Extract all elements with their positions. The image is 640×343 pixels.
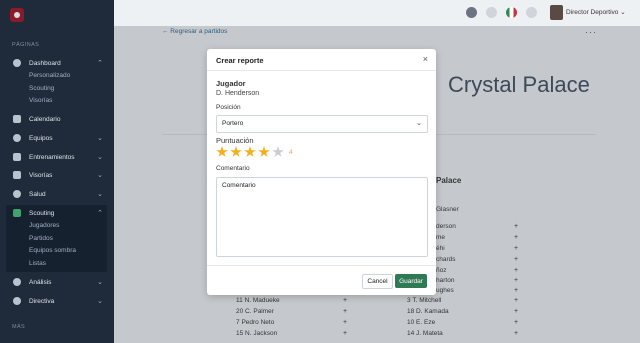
sidebar-item-label: Equipos: [29, 134, 53, 142]
puntuacion-label: Puntuación: [216, 136, 254, 145]
sidebar-sub-equipos-sombra[interactable]: Equipos sombra: [29, 247, 76, 254]
rating-value: 4: [289, 149, 293, 156]
sidebar-sub-partidos[interactable]: Partidos: [29, 235, 53, 242]
star-icon[interactable]: [230, 146, 242, 157]
club-logo[interactable]: [10, 8, 24, 22]
health-icon: [13, 190, 21, 198]
chevron-down-icon: ⌄: [97, 279, 103, 286]
comentario-label: Comentario: [216, 165, 250, 172]
chevron-down-icon: ⌄: [416, 120, 422, 127]
star-icon[interactable]: [272, 146, 284, 157]
board-icon: [13, 297, 21, 305]
create-report-modal: Crear reporte × Jugador D. Henderson Pos…: [207, 49, 436, 295]
sidebar-sub-personalizado[interactable]: Personalizado: [29, 72, 70, 79]
comentario-text: Comentario: [222, 182, 256, 189]
sidebar-item-label: Visorías: [29, 171, 53, 179]
avatar[interactable]: [550, 5, 563, 20]
chevron-down-icon: ⌄: [97, 172, 103, 179]
comentario-textarea[interactable]: Comentario: [216, 177, 428, 257]
chevron-down-icon: ⌄: [97, 191, 103, 198]
add-icon[interactable]: [466, 7, 477, 18]
sidebar-item-visorias[interactable]: Visorías ⌄: [6, 168, 107, 182]
divider: [207, 70, 436, 71]
cancel-button[interactable]: Cancel: [362, 274, 393, 289]
close-icon[interactable]: ×: [423, 54, 428, 64]
chevron-up-icon: ⌃: [97, 60, 103, 67]
sidebar-sub-listas[interactable]: Listas: [29, 260, 46, 267]
visoria-icon: [13, 171, 21, 179]
chevron-down-icon: ⌄: [620, 9, 626, 16]
star-icon[interactable]: [244, 146, 256, 157]
chevron-up-icon: ⌃: [97, 210, 103, 217]
sidebar-sub-jugadores[interactable]: Jugadores: [29, 222, 59, 229]
dashboard-icon: [13, 59, 21, 67]
sidebar-item-label: Entrenamientos: [29, 153, 75, 161]
sidebar: PÁGINAS Dashboard ⌃ Personalizado Scouti…: [0, 0, 114, 343]
sidebar-item-scouting[interactable]: Scouting ⌃: [6, 206, 107, 220]
sidebar-sub-scouting[interactable]: Scouting: [29, 85, 54, 92]
sidebar-item-label: Salud: [29, 190, 46, 198]
calendar-icon: [13, 115, 21, 123]
posicion-label: Posición: [216, 104, 241, 111]
sidebar-item-dashboard[interactable]: Dashboard ⌃: [6, 56, 107, 70]
posicion-select[interactable]: Portero ⌄: [216, 115, 428, 133]
star-icon[interactable]: [216, 146, 228, 157]
sidebar-item-label: Calendario: [29, 115, 61, 123]
jugador-value: D. Henderson: [216, 90, 260, 97]
jugador-label: Jugador: [216, 79, 246, 88]
search-icon[interactable]: [486, 7, 497, 18]
sidebar-item-directiva[interactable]: Directiva ⌄: [6, 294, 107, 308]
analysis-icon: [13, 278, 21, 286]
sidebar-item-label: Directiva: [29, 297, 55, 305]
sidebar-item-label: Scouting: [29, 209, 55, 217]
save-button[interactable]: Guardar: [395, 274, 427, 288]
sidebar-item-calendario[interactable]: Calendario: [6, 112, 107, 126]
sidebar-item-analisis[interactable]: Análisis ⌄: [6, 275, 107, 289]
user-menu[interactable]: Director Deportivo ⌄: [566, 8, 626, 16]
sidebar-item-label: Análisis: [29, 278, 52, 286]
chevron-down-icon: ⌄: [97, 135, 103, 142]
team-icon: [13, 134, 21, 142]
section-label-more: MÁS: [12, 324, 26, 330]
posicion-value: Portero: [222, 120, 244, 127]
divider: [207, 265, 436, 266]
theme-toggle-icon[interactable]: [526, 7, 537, 18]
sidebar-item-entrenamientos[interactable]: Entrenamientos ⌄: [6, 150, 107, 164]
modal-title: Crear reporte: [216, 56, 264, 65]
chevron-down-icon: ⌄: [97, 154, 103, 161]
section-label-pages: PÁGINAS: [12, 42, 40, 48]
user-label: Director Deportivo: [566, 9, 619, 16]
training-icon: [13, 153, 21, 161]
sidebar-sub-visorias[interactable]: Visorías: [29, 97, 52, 104]
sidebar-item-label: Dashboard: [29, 59, 61, 67]
sidebar-item-salud[interactable]: Salud ⌄: [6, 187, 107, 201]
scouting-icon: [13, 209, 21, 217]
sidebar-item-equipos[interactable]: Equipos ⌄: [6, 131, 107, 145]
star-icon[interactable]: [258, 146, 270, 157]
mexico-flag-icon[interactable]: [506, 7, 517, 18]
chevron-down-icon: ⌄: [97, 298, 103, 305]
rating-stars[interactable]: [216, 146, 284, 158]
